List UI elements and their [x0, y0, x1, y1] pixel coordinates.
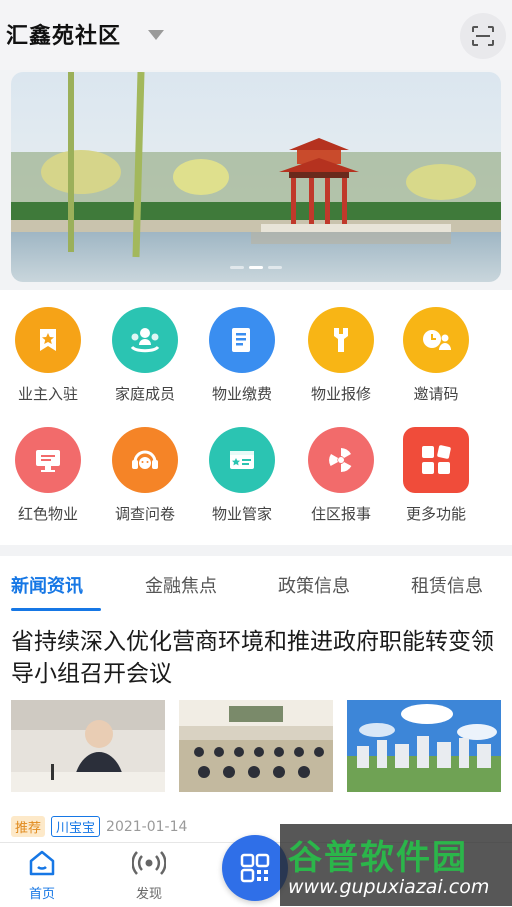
tab-policy[interactable]: 政策信息 [278, 572, 350, 598]
qr-code-icon [240, 853, 270, 883]
owner-checkin-icon [15, 307, 81, 373]
recommend-tag: 推荐 [11, 816, 46, 837]
scan-button[interactable] [460, 13, 506, 59]
home-icon [29, 850, 55, 876]
feature-label: 物业报修 [310, 385, 371, 403]
feature-family-member[interactable]: 家庭成员 [97, 307, 193, 404]
repair-wrench-icon [308, 307, 374, 373]
nav-label: 发现 [135, 887, 162, 902]
article-title[interactable]: 省持续深入优化营商环境和推进政府职能转变领导小组召开会议 [11, 626, 501, 690]
article-meta: 推荐 川宝宝 2021-01-14 [11, 816, 187, 837]
feature-more[interactable]: 更多功能 [388, 427, 484, 524]
red-property-icon [15, 427, 81, 493]
source-tag: 川宝宝 [51, 816, 101, 837]
article-date: 2021-01-14 [106, 818, 188, 835]
tab-news[interactable]: 新闻资讯 [11, 572, 83, 598]
invite-code-icon [403, 307, 469, 373]
watermark-title: 谷普软件园 [288, 838, 468, 878]
feature-property-payment[interactable]: 物业缴费 [194, 307, 290, 404]
feature-label: 邀请码 [413, 385, 459, 403]
survey-headset-icon [112, 427, 178, 493]
feature-invite-code[interactable]: 邀请码 [388, 307, 484, 404]
top-bar: 汇鑫苑社区 [0, 0, 512, 70]
family-member-icon [112, 307, 178, 373]
article-image-1 [11, 700, 165, 792]
feature-label: 业主入驻 [17, 385, 78, 403]
feature-label: 物业管家 [211, 505, 272, 523]
qr-code-button[interactable] [222, 835, 288, 901]
carousel-dot [230, 266, 244, 269]
tab-finance[interactable]: 金融焦点 [145, 572, 217, 598]
discover-signal-icon [131, 851, 167, 875]
property-payment-icon [209, 307, 275, 373]
feature-label: 调查问卷 [114, 505, 175, 523]
banner-image [11, 72, 501, 282]
feature-report[interactable]: 住区报事 [293, 427, 389, 524]
feature-butler[interactable]: 物业管家 [194, 427, 290, 524]
nav-home[interactable]: 首页 [12, 849, 72, 902]
active-tab-indicator [11, 608, 101, 611]
feature-survey[interactable]: 调查问卷 [97, 427, 193, 524]
carousel-dot [268, 266, 282, 269]
report-fan-icon [308, 427, 374, 493]
news-article-card[interactable]: 省持续深入优化营商环境和推进政府职能转变领导小组召开会议 推荐 川宝宝 2021… [0, 614, 512, 842]
feature-label: 家庭成员 [114, 385, 175, 403]
feature-label: 红色物业 [17, 505, 78, 523]
feature-red-property[interactable]: 红色物业 [0, 427, 96, 524]
nav-discover[interactable]: 发现 [119, 849, 179, 902]
scan-icon [472, 26, 494, 46]
feature-label: 更多功能 [405, 505, 466, 523]
watermark: 谷普软件园 www.gupuxiazai.com [280, 824, 512, 906]
feature-label: 住区报事 [310, 505, 371, 523]
feature-label: 物业缴费 [211, 385, 272, 403]
banner-carousel[interactable] [11, 72, 501, 282]
community-name[interactable]: 汇鑫苑社区 [6, 18, 121, 50]
article-image-2 [179, 700, 333, 792]
watermark-url: www.gupuxiazai.com [288, 876, 490, 898]
butler-card-icon [209, 427, 275, 493]
article-image-3 [347, 700, 501, 792]
carousel-dots [230, 266, 282, 269]
nav-label: 首页 [28, 887, 55, 902]
feature-property-repair[interactable]: 物业报修 [293, 307, 389, 404]
news-tabs: 新闻资讯 金融焦点 政策信息 租赁信息 [0, 556, 512, 614]
chevron-down-icon[interactable] [148, 30, 164, 40]
carousel-dot-active [249, 266, 263, 269]
feature-grid: 业主入驻 家庭成员 物业缴费 物业报修 邀请码 红色物业 调查问卷 物业管家 住… [0, 290, 512, 545]
feature-owner-checkin[interactable]: 业主入驻 [0, 307, 96, 404]
more-grid-icon [403, 427, 469, 493]
tab-rental[interactable]: 租赁信息 [411, 572, 483, 598]
